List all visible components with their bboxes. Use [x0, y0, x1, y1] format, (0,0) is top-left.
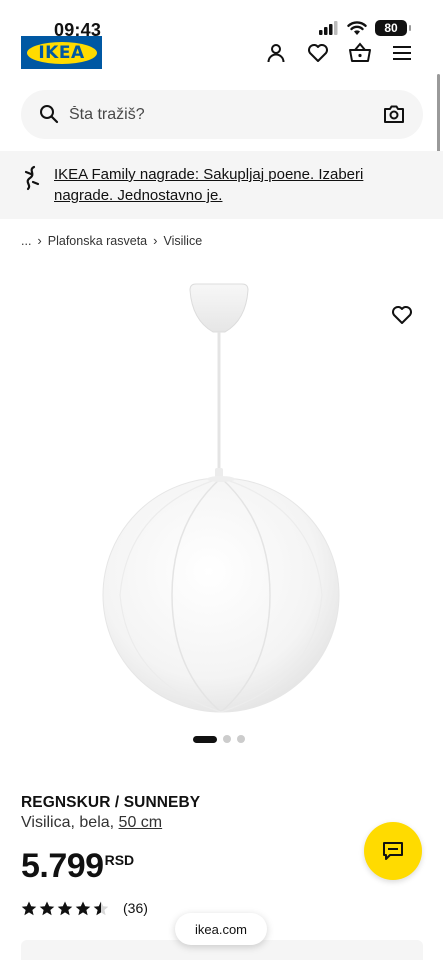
product-size-link[interactable]: 50 cm	[119, 814, 163, 831]
star-icon	[75, 901, 91, 915]
chevron-right-icon: ›	[37, 233, 42, 248]
star-icon	[21, 901, 37, 915]
carousel-indicator	[193, 735, 245, 743]
add-to-wishlist-icon[interactable]	[391, 305, 413, 325]
product-rating[interactable]: (36)	[21, 900, 148, 916]
wishlist-icon[interactable]	[305, 40, 331, 66]
camera-icon[interactable]	[383, 104, 405, 124]
family-rewards-link[interactable]: IKEA Family nagrade: Sakupljaj poene. Iz…	[54, 164, 394, 206]
ikea-logo[interactable]: IKEA	[21, 36, 102, 69]
menu-icon[interactable]	[389, 40, 415, 66]
product-name: REGNSKUR / SUNNEBY	[21, 794, 201, 811]
carousel-dot-active[interactable]	[193, 735, 217, 743]
logo-oval: IKEA	[26, 41, 97, 64]
half-star-icon	[93, 901, 109, 915]
family-rewards-banner[interactable]: IKEA Family nagrade: Sakupljaj poene. Iz…	[0, 151, 443, 219]
price-currency: RSD	[104, 852, 135, 868]
star-icon	[39, 901, 55, 915]
account-icon[interactable]	[263, 40, 289, 66]
breadcrumb-item-pendants[interactable]: Visilice	[163, 234, 202, 248]
header-actions	[263, 40, 415, 66]
product-price: 5.799 RSD	[21, 846, 134, 886]
star-icon	[57, 901, 73, 915]
cart-icon[interactable]	[347, 40, 373, 66]
browser-url-pill[interactable]: ikea.com	[175, 913, 267, 945]
chat-button[interactable]	[364, 822, 422, 880]
status-bar: 09:43 80	[0, 0, 443, 40]
loyalty-link-icon	[24, 165, 40, 191]
search-bar[interactable]	[21, 90, 423, 139]
top-navigation: IKEA	[0, 34, 443, 82]
search-icon	[40, 105, 59, 124]
chat-icon	[383, 842, 403, 860]
product-description: Visilica, bela, 50 cm	[21, 814, 162, 832]
breadcrumb-ellipsis[interactable]: ...	[21, 234, 31, 248]
carousel-dot[interactable]	[223, 735, 231, 743]
price-value: 5.799	[21, 847, 104, 885]
breadcrumb: ... › Plafonska rasveta › Visilice	[21, 233, 202, 248]
product-image[interactable]	[0, 262, 443, 722]
cellular-signal-icon	[319, 21, 338, 35]
logo-text: IKEA	[38, 42, 85, 63]
carousel-dot[interactable]	[237, 735, 245, 743]
search-input[interactable]	[69, 90, 369, 139]
chevron-right-icon: ›	[153, 233, 158, 248]
product-type: Visilica, bela,	[21, 814, 115, 831]
breadcrumb-item-ceiling-lighting[interactable]: Plafonska rasveta	[48, 234, 147, 248]
rating-count[interactable]: (36)	[123, 900, 148, 916]
